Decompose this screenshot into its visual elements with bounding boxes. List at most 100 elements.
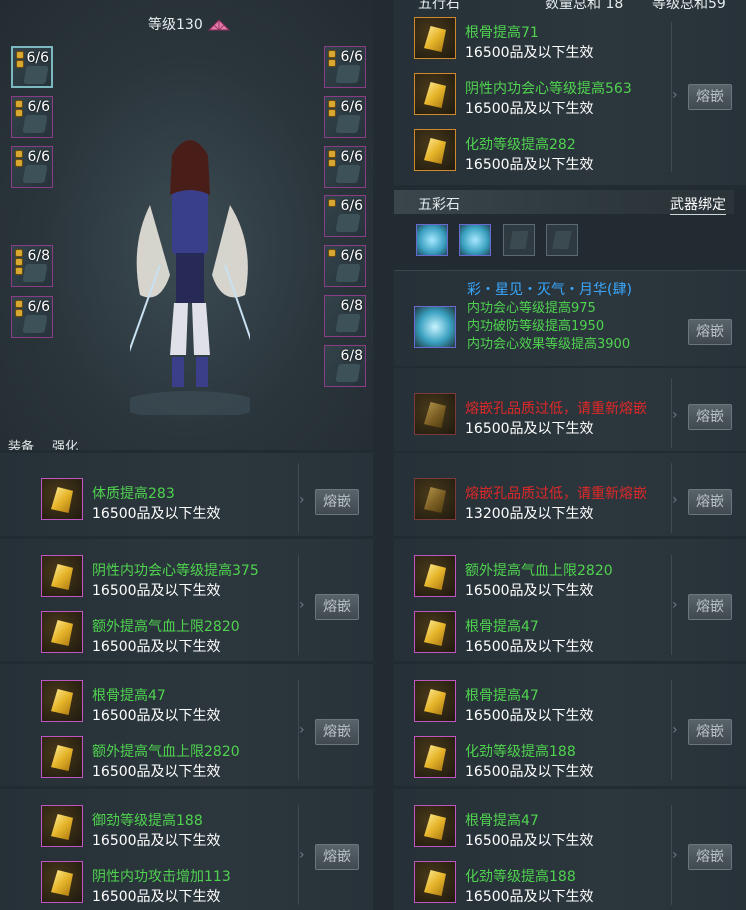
gem-icon: [414, 680, 456, 722]
equip-slot-right-2[interactable]: 6/6: [324, 96, 366, 138]
gem-icon: [41, 478, 83, 520]
equip-slot-left-2[interactable]: 6/6: [11, 96, 53, 138]
wucai-slot-empty-2[interactable]: [546, 224, 578, 256]
chevron-right-icon: ›: [672, 407, 678, 423]
gem-quality-text: 16500品及以下生效: [92, 583, 221, 599]
chevron-right-icon: ›: [299, 597, 305, 613]
equip-slot-right-3[interactable]: 6/6: [324, 146, 366, 188]
wuxing-level-total: 等级总和59: [652, 0, 726, 12]
gem-icon: [414, 555, 456, 597]
gem-quality-text: 16500品及以下生效: [465, 101, 594, 117]
chevron-right-icon: ›: [672, 847, 678, 863]
socket-button[interactable]: 熔嵌: [315, 594, 359, 620]
gem-quality-text: 16500品及以下生效: [92, 708, 221, 724]
gem-effect-text: 化劲等级提高188: [465, 744, 576, 760]
slot-count: 6/8: [340, 298, 363, 314]
weapon-bind-link[interactable]: 武器绑定: [670, 194, 726, 215]
gem-icon: [41, 736, 83, 778]
slot-count: 6/6: [340, 198, 363, 214]
socket-button[interactable]: 熔嵌: [688, 319, 732, 345]
socket-button[interactable]: 熔嵌: [315, 844, 359, 870]
gem-effect-text: 御劲等级提高188: [92, 813, 203, 829]
gem-pips-icon: [16, 51, 25, 69]
socket-button[interactable]: 熔嵌: [688, 719, 732, 745]
gem-quality-text: 16500品及以下生效: [465, 833, 594, 849]
equip-ghost-icon: [23, 66, 49, 84]
equip-slot-left-4[interactable]: 6/8: [11, 245, 53, 287]
slot-count: 6/6: [27, 299, 50, 315]
gem-icon: [414, 393, 456, 435]
equip-slot-right-6[interactable]: 6/8: [324, 295, 366, 337]
gem-pips-icon: [328, 199, 337, 208]
gem-quality-text: 13200品及以下生效: [465, 506, 594, 522]
equip-slot-left-1[interactable]: 6/6: [11, 46, 53, 88]
gem-effect-text: 体质提高283: [92, 486, 175, 502]
gem-effect-text: 化劲等级提高188: [465, 869, 576, 885]
gem-pips-icon: [328, 50, 337, 68]
gem-effect-text: 额外提高气血上限2820: [92, 744, 240, 760]
equip-ghost-icon: [22, 115, 48, 133]
wucai-stone-icon: [414, 306, 456, 348]
socket-button[interactable]: 熔嵌: [688, 594, 732, 620]
gem-pips-icon: [328, 249, 337, 258]
tab-strengthen[interactable]: 强化: [52, 440, 78, 450]
gem-pips-icon: [328, 100, 337, 118]
chevron-right-icon: ›: [672, 492, 678, 508]
gem-effect-text: 根骨提高47: [92, 688, 166, 704]
slot-count: 6/6: [340, 99, 363, 115]
wucai-slot-filled-2[interactable]: [459, 224, 491, 256]
gem-quality-text: 16500品及以下生效: [92, 639, 221, 655]
equip-ghost-icon: [335, 165, 361, 183]
equip-slot-right-4[interactable]: 6/6: [324, 195, 366, 237]
wucai-effect-text: 内功会心等级提高975: [467, 301, 596, 316]
slot-count: 6/8: [27, 248, 50, 264]
slot-count: 6/6: [26, 50, 49, 66]
equip-ghost-icon: [22, 264, 48, 282]
slot-count: 6/6: [27, 99, 50, 115]
equip-ghost-icon: [335, 214, 361, 232]
equip-slot-right-7[interactable]: 6/8: [324, 345, 366, 387]
equip-slot-left-5[interactable]: 6/6: [11, 296, 53, 338]
gem-icon: [414, 17, 456, 59]
chevron-right-icon: ›: [672, 597, 678, 613]
equip-ghost-icon: [335, 264, 361, 282]
gem-quality-text: 16500品及以下生效: [465, 639, 594, 655]
equip-ghost-icon: [335, 65, 361, 83]
gem-quality-text: 16500品及以下生效: [92, 506, 221, 522]
warning-text: 熔嵌孔品质过低，请重新熔嵌: [465, 401, 647, 417]
socket-button[interactable]: 熔嵌: [688, 844, 732, 870]
equip-slot-left-3[interactable]: 6/6: [11, 146, 53, 188]
gem-quality-text: 16500品及以下生效: [92, 764, 221, 780]
equip-slot-right-5[interactable]: 6/6: [324, 245, 366, 287]
gem-icon: [41, 805, 83, 847]
character-figure: [130, 140, 250, 415]
slot-count: 6/6: [340, 149, 363, 165]
wucai-slot-empty-1[interactable]: [503, 224, 535, 256]
socket-button[interactable]: 熔嵌: [688, 489, 732, 515]
socket-button[interactable]: 熔嵌: [688, 84, 732, 110]
socket-button[interactable]: 熔嵌: [315, 489, 359, 515]
gem-effect-text: 阴性内功会心等级提高375: [92, 563, 259, 579]
wucai-stone-name: 彩・星见・灭气・月华(肆): [467, 282, 632, 298]
character-level-label: 等级130: [148, 14, 231, 34]
wucai-title: 五彩石: [418, 197, 460, 213]
equip-ghost-icon: [335, 314, 361, 332]
tab-equip[interactable]: 装备: [8, 440, 34, 450]
equip-ghost-icon: [22, 165, 48, 183]
gem-pips-icon: [15, 249, 24, 276]
gem-icon: [41, 861, 83, 903]
gem-icon: [41, 611, 83, 653]
socket-button[interactable]: 熔嵌: [315, 719, 359, 745]
gem-icon: [414, 861, 456, 903]
gem-icon: [414, 129, 456, 171]
chevron-right-icon: ›: [672, 722, 678, 738]
gem-quality-text: 16500品及以下生效: [465, 889, 594, 905]
slot-count: 6/8: [340, 348, 363, 364]
wucai-slot-filled-1[interactable]: [416, 224, 448, 256]
wuxing-header-title: 五行石: [418, 0, 460, 12]
equip-slot-right-1[interactable]: 6/6: [324, 46, 366, 88]
equip-ghost-icon: [335, 364, 361, 382]
socket-button[interactable]: 熔嵌: [688, 404, 732, 430]
gem-effect-text: 化劲等级提高282: [465, 137, 576, 153]
gem-pips-icon: [15, 150, 24, 168]
